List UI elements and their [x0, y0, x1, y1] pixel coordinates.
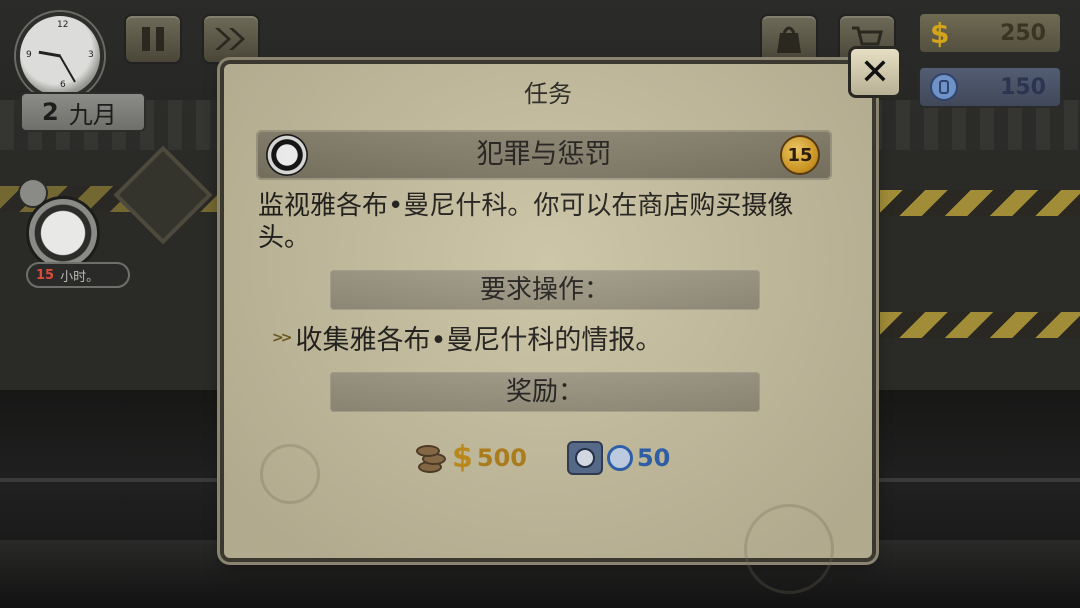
fast-forward-button[interactable] [202, 14, 260, 64]
task-hours-value: 15 [36, 267, 55, 283]
difficulty-value: 15 [787, 144, 813, 166]
reputation-value: 150 [1000, 74, 1046, 100]
hazard-stripe-lower [880, 312, 1080, 338]
clock-minute-hand [59, 55, 76, 83]
close-icon: ✕ [859, 51, 891, 93]
reward-section-bar: 奖励： [330, 372, 760, 412]
reward-reputation: 50 [566, 440, 671, 475]
fast-forward-icon [215, 28, 245, 50]
inventory-bag-icon [777, 26, 801, 53]
coins-icon [414, 441, 448, 475]
date-month: 九月 [68, 100, 117, 129]
date-day: 2 [42, 98, 59, 126]
police-badge-icon [26, 196, 100, 270]
reputation-icon [606, 444, 633, 471]
date-display: 2 九月 [20, 92, 146, 132]
watermark-stamp [744, 504, 834, 594]
hazard-stripe-upper [880, 190, 1080, 216]
clock-icon: 12 3 6 9 [16, 12, 104, 100]
close-button[interactable]: ✕ [848, 46, 902, 98]
inventory-button[interactable] [760, 14, 818, 64]
pause-icon [142, 27, 164, 51]
reputation-counter: 150 [918, 66, 1062, 108]
required-label: 要求操作： [479, 275, 610, 305]
reputation-icon [930, 73, 958, 101]
active-task-tracker[interactable]: 15 小时。 [18, 178, 130, 298]
task-dialog: 任务 犯罪与惩罚 15 监视雅各布•曼尼什科。你可以在商店购买摄像头。 要求操作… [224, 64, 872, 594]
building-right [860, 150, 1080, 390]
dialog-title: 任务 [524, 80, 572, 108]
reward-reputation-value: 50 [636, 443, 671, 472]
reward-money: $ 500 [414, 440, 527, 475]
money-counter: $ 250 [918, 12, 1062, 54]
clock-hour-hand [38, 50, 61, 58]
pause-button[interactable] [124, 14, 182, 64]
watermark-stamp [260, 444, 320, 504]
money-value: 250 [1000, 20, 1046, 46]
difficulty-coin-icon: 15 [780, 135, 820, 175]
required-item: >> 收集雅各布•曼尼什科的情报。 [272, 318, 662, 357]
required-section-bar: 要求操作： [330, 270, 760, 310]
task-hours-unit: 小时。 [60, 269, 100, 285]
reward-money-symbol: $ [452, 440, 473, 475]
quest-description: 监视雅各布•曼尼什科。你可以在商店购买摄像头。 [258, 191, 794, 253]
dollar-icon: $ [930, 16, 950, 50]
quest-name: 犯罪与惩罚 [476, 139, 612, 170]
reward-money-value: 500 [476, 443, 527, 472]
quest-header: 犯罪与惩罚 15 [256, 130, 832, 180]
required-item-text: 收集雅各布•曼尼什科的情报。 [295, 325, 663, 356]
reward-label: 奖励： [505, 377, 584, 407]
reward-list: $ 500 50 [414, 440, 670, 475]
task-time-remaining: 15 小时。 [26, 262, 130, 288]
bullet-arrow-icon: >> [272, 329, 293, 346]
shield-badge-icon [566, 440, 603, 475]
